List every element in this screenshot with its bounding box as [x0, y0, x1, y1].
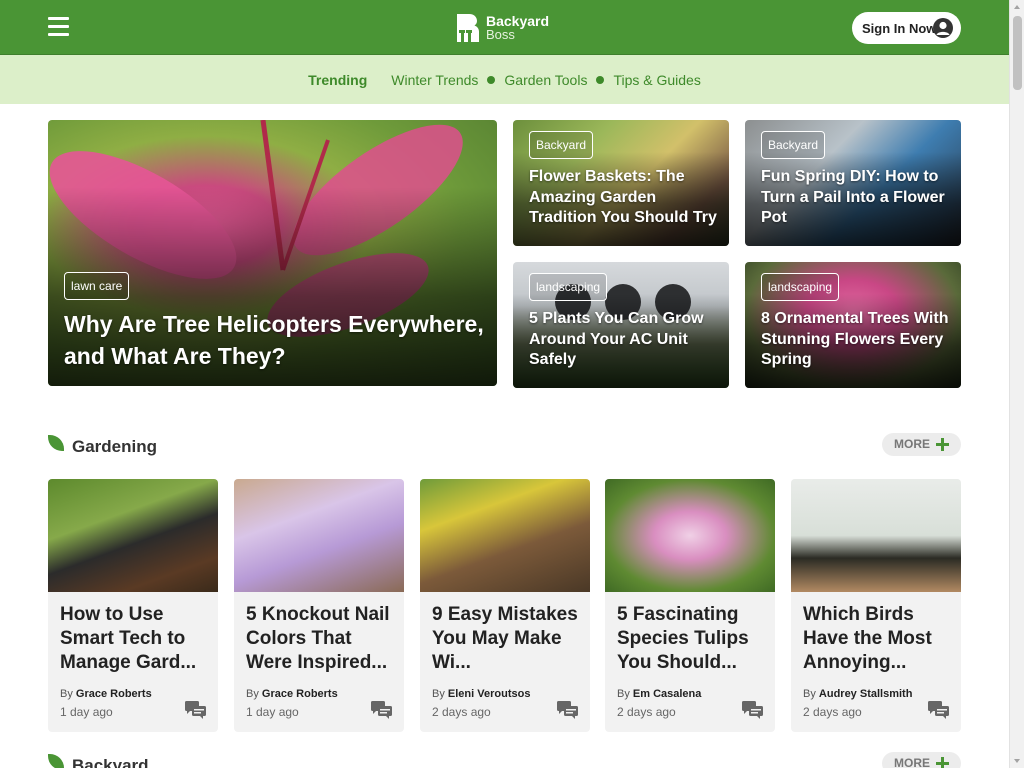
- more-label: MORE: [894, 756, 930, 768]
- article-byline: By Grace Roberts: [246, 688, 338, 700]
- category-tag[interactable]: landscaping: [761, 273, 840, 301]
- article-card[interactable]: Which Birds Have the Most Annoying... By…: [791, 479, 961, 732]
- scroll-down-arrow-icon[interactable]: [1014, 759, 1020, 763]
- article-time: 2 days ago: [617, 705, 676, 719]
- comments-icon[interactable]: [742, 701, 763, 719]
- hero-card-ac-unit-plants[interactable]: landscaping 5 Plants You Can Grow Around…: [513, 262, 729, 388]
- article-byline: By Audrey Stallsmith: [803, 688, 913, 700]
- article-byline: By Grace Roberts: [60, 688, 152, 700]
- article-card[interactable]: 9 Easy Mistakes You May Make Wi... By El…: [420, 479, 590, 732]
- article-time: 2 days ago: [803, 705, 862, 719]
- comments-icon[interactable]: [185, 701, 206, 719]
- hero-main-card[interactable]: lawn care Why Are Tree Helicopters Every…: [48, 120, 497, 386]
- sign-in-label: Sign In Now: [862, 20, 937, 36]
- category-tag[interactable]: Backyard: [529, 131, 594, 159]
- trending-link-winter-trends[interactable]: Winter Trends: [391, 72, 478, 88]
- article-thumbnail[interactable]: [234, 479, 404, 592]
- article-thumbnail[interactable]: [48, 479, 218, 592]
- article-thumbnail[interactable]: [420, 479, 590, 592]
- hero-card-title[interactable]: 8 Ornamental Trees With Stunning Flowers…: [761, 309, 955, 371]
- category-tag[interactable]: Backyard: [761, 131, 826, 159]
- article-title[interactable]: 9 Easy Mistakes You May Make Wi...: [432, 603, 582, 677]
- leaf-icon: [48, 435, 64, 451]
- leaf-icon: [48, 754, 64, 768]
- hero-card-title[interactable]: Fun Spring DIY: How to Turn a Pail Into …: [761, 167, 955, 229]
- article-thumbnail[interactable]: [605, 479, 775, 592]
- hero-main-title[interactable]: Why Are Tree Helicopters Everywhere, and…: [64, 308, 489, 372]
- trending-label: Trending: [308, 71, 368, 88]
- scrollbar-thumb[interactable]: [1013, 16, 1022, 90]
- article-title[interactable]: Which Birds Have the Most Annoying...: [803, 603, 953, 677]
- comments-icon[interactable]: [928, 701, 949, 719]
- category-tag[interactable]: landscaping: [529, 273, 608, 301]
- article-title[interactable]: How to Use Smart Tech to Manage Gard...: [60, 603, 210, 677]
- site-header: Backyard Boss Sign In Now: [0, 0, 1009, 55]
- trending-link-tips-guides[interactable]: Tips & Guides: [613, 72, 700, 88]
- article-time: 2 days ago: [432, 705, 491, 719]
- article-title[interactable]: 5 Knockout Nail Colors That Were Inspire…: [246, 603, 396, 677]
- page-scrollbar[interactable]: [1009, 0, 1024, 768]
- logo-text-line2: Boss: [486, 27, 515, 42]
- article-author[interactable]: Em Casalena: [633, 688, 701, 700]
- plus-icon: [936, 438, 949, 451]
- section-title[interactable]: Gardening: [72, 437, 157, 457]
- scroll-up-arrow-icon[interactable]: [1014, 5, 1020, 9]
- article-thumbnail[interactable]: [791, 479, 961, 592]
- separator-dot-icon: [596, 75, 605, 84]
- article-time: 1 day ago: [246, 705, 299, 719]
- hero-card-ornamental-trees[interactable]: landscaping 8 Ornamental Trees With Stun…: [745, 262, 961, 388]
- hero-card-pail-flower-pot[interactable]: Backyard Fun Spring DIY: How to Turn a P…: [745, 120, 961, 246]
- section-title[interactable]: Backyard: [72, 756, 149, 768]
- article-author[interactable]: Grace Roberts: [262, 688, 338, 700]
- hero-card-title[interactable]: 5 Plants You Can Grow Around Your AC Uni…: [529, 309, 723, 371]
- article-card[interactable]: 5 Knockout Nail Colors That Were Inspire…: [234, 479, 404, 732]
- plus-icon: [936, 757, 949, 768]
- article-byline: By Em Casalena: [617, 688, 702, 700]
- article-byline: By Eleni Veroutsos: [432, 688, 531, 700]
- article-author[interactable]: Grace Roberts: [76, 688, 152, 700]
- more-button[interactable]: MORE: [882, 752, 961, 768]
- section-header-backyard: Backyard MORE: [48, 752, 961, 768]
- article-time: 1 day ago: [60, 705, 113, 719]
- more-label: MORE: [894, 437, 930, 451]
- user-avatar-icon: [933, 18, 953, 38]
- category-tag[interactable]: lawn care: [64, 272, 130, 300]
- article-author[interactable]: Audrey Stallsmith: [819, 688, 913, 700]
- sign-in-button[interactable]: Sign In Now: [852, 12, 961, 44]
- comments-icon[interactable]: [557, 701, 578, 719]
- separator-dot-icon: [487, 75, 496, 84]
- comments-icon[interactable]: [371, 701, 392, 719]
- section-header-gardening: Gardening MORE: [48, 433, 961, 459]
- logo-icon: [457, 14, 479, 44]
- hamburger-menu-icon[interactable]: [48, 17, 69, 37]
- article-title[interactable]: 5 Fascinating Species Tulips You Should.…: [617, 603, 767, 677]
- hero-card-title[interactable]: Flower Baskets: The Amazing Garden Tradi…: [529, 167, 723, 229]
- hero-card-flower-baskets[interactable]: Backyard Flower Baskets: The Amazing Gar…: [513, 120, 729, 246]
- article-card[interactable]: How to Use Smart Tech to Manage Gard... …: [48, 479, 218, 732]
- trending-link-garden-tools[interactable]: Garden Tools: [504, 72, 587, 88]
- more-button[interactable]: MORE: [882, 433, 961, 456]
- site-logo[interactable]: Backyard Boss: [455, 12, 549, 44]
- article-card[interactable]: 5 Fascinating Species Tulips You Should.…: [605, 479, 775, 732]
- trending-bar: Trending Winter Trends Garden Tools Tips…: [0, 55, 1009, 104]
- article-author[interactable]: Eleni Veroutsos: [448, 688, 531, 700]
